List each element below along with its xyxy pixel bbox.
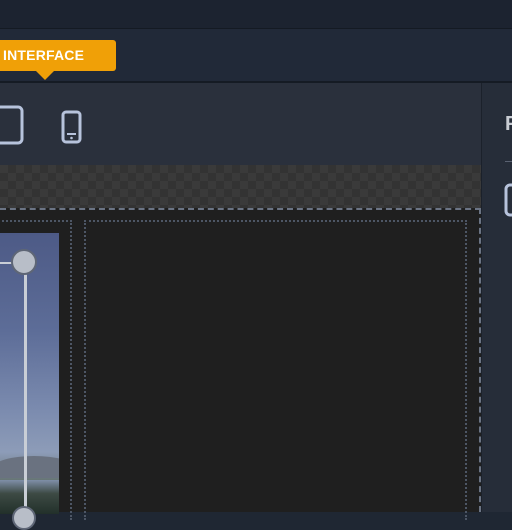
layout-column-right[interactable] xyxy=(84,220,467,520)
panel-tablet-icon[interactable] xyxy=(504,183,512,217)
header-bar: INTERFACE xyxy=(0,29,512,83)
layout-canvas[interactable] xyxy=(0,208,481,520)
panel-divider xyxy=(505,161,512,162)
interface-tag[interactable]: INTERFACE xyxy=(0,40,116,80)
device-toolbar xyxy=(0,83,481,165)
phone-icon[interactable] xyxy=(60,110,84,144)
transparent-ruler-strip xyxy=(0,165,481,208)
resize-rail[interactable] xyxy=(24,263,27,512)
panel-heading: P xyxy=(505,113,512,135)
image-element[interactable] xyxy=(0,233,59,514)
resize-handle-top[interactable] xyxy=(11,249,37,275)
resize-handle-bottom[interactable] xyxy=(12,506,36,530)
image-hill xyxy=(0,456,59,478)
properties-panel: P xyxy=(481,83,512,512)
top-bar xyxy=(0,0,512,29)
tablet-icon[interactable] xyxy=(0,105,26,145)
